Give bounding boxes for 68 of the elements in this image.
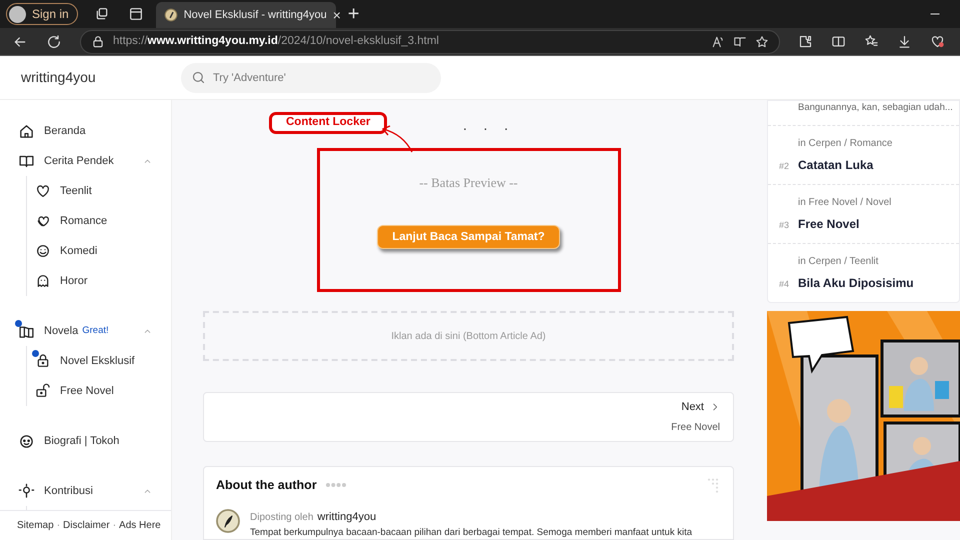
post-rank: #3 bbox=[779, 219, 790, 232]
nav-link[interactable]: Teenlit bbox=[60, 182, 92, 200]
post-rank: #2 bbox=[779, 160, 790, 173]
search-icon bbox=[191, 70, 206, 84]
post-title-link[interactable]: Free Novel bbox=[798, 215, 860, 233]
url-text: https://www.writting4you.my.id/2024/10/novel-eksklusif_3.html bbox=[113, 34, 440, 49]
favorites-icon[interactable] bbox=[864, 34, 879, 49]
star-icon bbox=[755, 34, 769, 48]
site-logo[interactable]: writting4you bbox=[21, 67, 181, 88]
author-bio: Tempat berkumpulnya bacaan-bacaan pilihan dari berbagai tempat. Semoga memberi manfaat untuk kita bbox=[250, 527, 692, 539]
post-title-link[interactable]: Bila Aku Diposisimu bbox=[798, 274, 914, 292]
post-category: in Free Novel / Novel bbox=[797, 196, 892, 210]
link-separator: · bbox=[112, 519, 116, 533]
heart-pulse-icon[interactable] bbox=[930, 34, 945, 49]
annotation-label: Content Locker bbox=[269, 112, 388, 134]
author-name-link[interactable]: writting4you bbox=[317, 508, 376, 525]
nav-link[interactable]: Horor bbox=[60, 272, 88, 290]
post-snippet: Bangunannya, kan, sebagian udah... bbox=[797, 101, 954, 115]
post-title-link[interactable]: Catatan Luka bbox=[798, 156, 874, 174]
nav-link[interactable]: Novela bbox=[44, 322, 78, 340]
next-post-card[interactable]: Next Free Novel bbox=[203, 392, 734, 442]
home-icon bbox=[18, 122, 35, 140]
smile-icon bbox=[35, 243, 51, 259]
footer-link[interactable]: Sitemap bbox=[17, 518, 54, 533]
dots-icon bbox=[326, 483, 346, 488]
nav-link[interactable]: Free Novel bbox=[60, 382, 114, 400]
nav-link[interactable]: Komedi bbox=[60, 242, 98, 260]
nav-link[interactable]: Cerita Pendek bbox=[44, 152, 114, 170]
nav-link[interactable]: Biografi | Tokoh bbox=[44, 432, 120, 450]
post-category: in Cerpen / Romance bbox=[797, 137, 894, 151]
compass-icon bbox=[164, 8, 178, 22]
post-rank: #4 bbox=[779, 278, 790, 291]
face-icon bbox=[18, 432, 35, 450]
unlocked-icon bbox=[35, 383, 51, 399]
post-category: in Cerpen / Teenlit bbox=[797, 255, 880, 269]
footer-link[interactable]: Disclaimer bbox=[63, 518, 110, 533]
new-tab-button[interactable]: + bbox=[348, 4, 360, 24]
split-screen-icon[interactable] bbox=[831, 34, 846, 49]
read-aloud-icon bbox=[711, 34, 725, 48]
lock-icon bbox=[91, 34, 105, 48]
search-field[interactable]: Try 'Adventure' bbox=[181, 62, 441, 92]
nav-link[interactable]: Kontribusi bbox=[44, 482, 93, 500]
nav-link[interactable]: Romance bbox=[60, 212, 108, 230]
posted-by-label: Diposting oleh bbox=[250, 510, 314, 524]
feather-avatar-icon bbox=[216, 508, 240, 532]
author-heading: About the author bbox=[216, 476, 317, 494]
preview-limit-text: -- Batas Preview -- bbox=[419, 174, 518, 192]
tab-actions-icon[interactable] bbox=[128, 6, 144, 22]
ad-placeholder-text: Iklan ada di sini (Bottom Article Ad) bbox=[391, 330, 546, 344]
next-label: Next bbox=[681, 400, 704, 415]
next-post-title: Free Novel bbox=[671, 421, 720, 436]
footer-link[interactable]: Ads Here bbox=[119, 518, 161, 533]
section-separator: · · · bbox=[462, 119, 514, 138]
great-label: Great! bbox=[82, 324, 109, 338]
link-separator: · bbox=[56, 519, 60, 533]
extensions-icon[interactable] bbox=[798, 34, 813, 49]
sign-in-button[interactable]: Sign in bbox=[6, 3, 78, 25]
lock-icon bbox=[35, 353, 51, 369]
reload-icon[interactable] bbox=[46, 34, 62, 50]
workspaces-icon[interactable] bbox=[94, 6, 110, 22]
dot-grid-icon bbox=[705, 477, 721, 494]
download-icon[interactable] bbox=[897, 34, 912, 49]
tab-title: Novel Eksklusif - writting4you bbox=[184, 8, 327, 23]
heart-icon bbox=[35, 183, 51, 199]
nav-link[interactable]: Novel Eksklusif bbox=[60, 352, 135, 370]
ghost-icon bbox=[35, 273, 51, 289]
address-bar[interactable]: https://www.writting4you.my.id/2024/10/novel-eksklusif_3.html bbox=[80, 30, 780, 54]
nav-link[interactable]: Beranda bbox=[44, 122, 86, 140]
